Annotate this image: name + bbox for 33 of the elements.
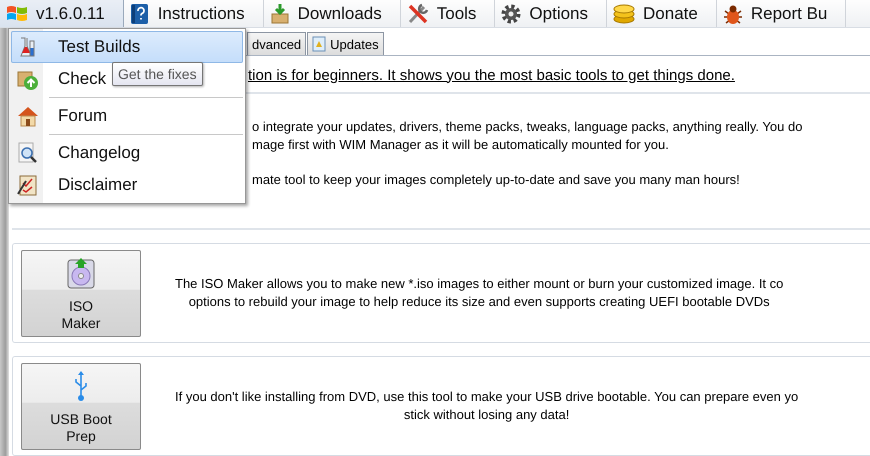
menu-item[interactable]: Changelog [11, 136, 144, 169]
menu-item[interactable]: Forum [11, 100, 110, 132]
bug-icon [722, 2, 744, 24]
menu-bar-item[interactable]: Downloads [264, 0, 401, 27]
menu-bar-item[interactable]: Report Bu [716, 0, 846, 27]
tab[interactable]: Updates [307, 32, 384, 55]
menu-bar-item[interactable]: Donate [607, 0, 717, 27]
menu-bar-item[interactable]: Options [495, 0, 608, 27]
menu-item[interactable]: Disclaimer [11, 169, 140, 202]
menu-item[interactable]: Check [11, 63, 110, 96]
menu-bar-item[interactable]: v1.6.0.11 [0, 0, 124, 27]
tooltip: Get the fixes [112, 62, 203, 86]
help-book-icon [128, 2, 151, 24]
usb-icon [72, 370, 90, 402]
house-icon [16, 104, 40, 128]
description-text: The ISO Maker allows you to make new *.iso images to either mount or burn your customized image. It co [175, 275, 784, 293]
menu-item[interactable]: Test Builds [11, 31, 243, 64]
download-box-icon [268, 2, 291, 24]
tool-button[interactable]: USB Boot Prep [21, 362, 141, 450]
coins-icon [612, 2, 636, 24]
intro-link[interactable]: tion is for beginners. It shows you the most basic tools to get things done. [248, 66, 735, 84]
tab[interactable]: dvanced [247, 32, 306, 55]
menu-bar-item[interactable]: Tools [400, 0, 496, 27]
menu-bar-item[interactable]: Instructions [124, 0, 264, 27]
gear-icon [500, 2, 522, 24]
description-text: options to rebuild your image to help reduce its size and even supports creating UEFI bootable DVDs [188, 293, 770, 311]
description-text: If you don't like installing from DVD, use this tool to make your USB drive bootable. You can prepare even yo [175, 388, 798, 406]
updates-icon [312, 36, 326, 52]
tool-button[interactable]: ISO Maker [21, 250, 141, 336]
description-text: mate tool to keep your images completely up-to-date and save you many man hours! [252, 171, 741, 189]
description-text: o integrate your updates, drivers, theme packs, tweaks, language packs, anything really. You do [252, 118, 804, 136]
description-text: stick without losing any data! [404, 406, 570, 424]
description-text: mage first with WIM Manager as it will be automatically mounted for you. [252, 136, 670, 154]
